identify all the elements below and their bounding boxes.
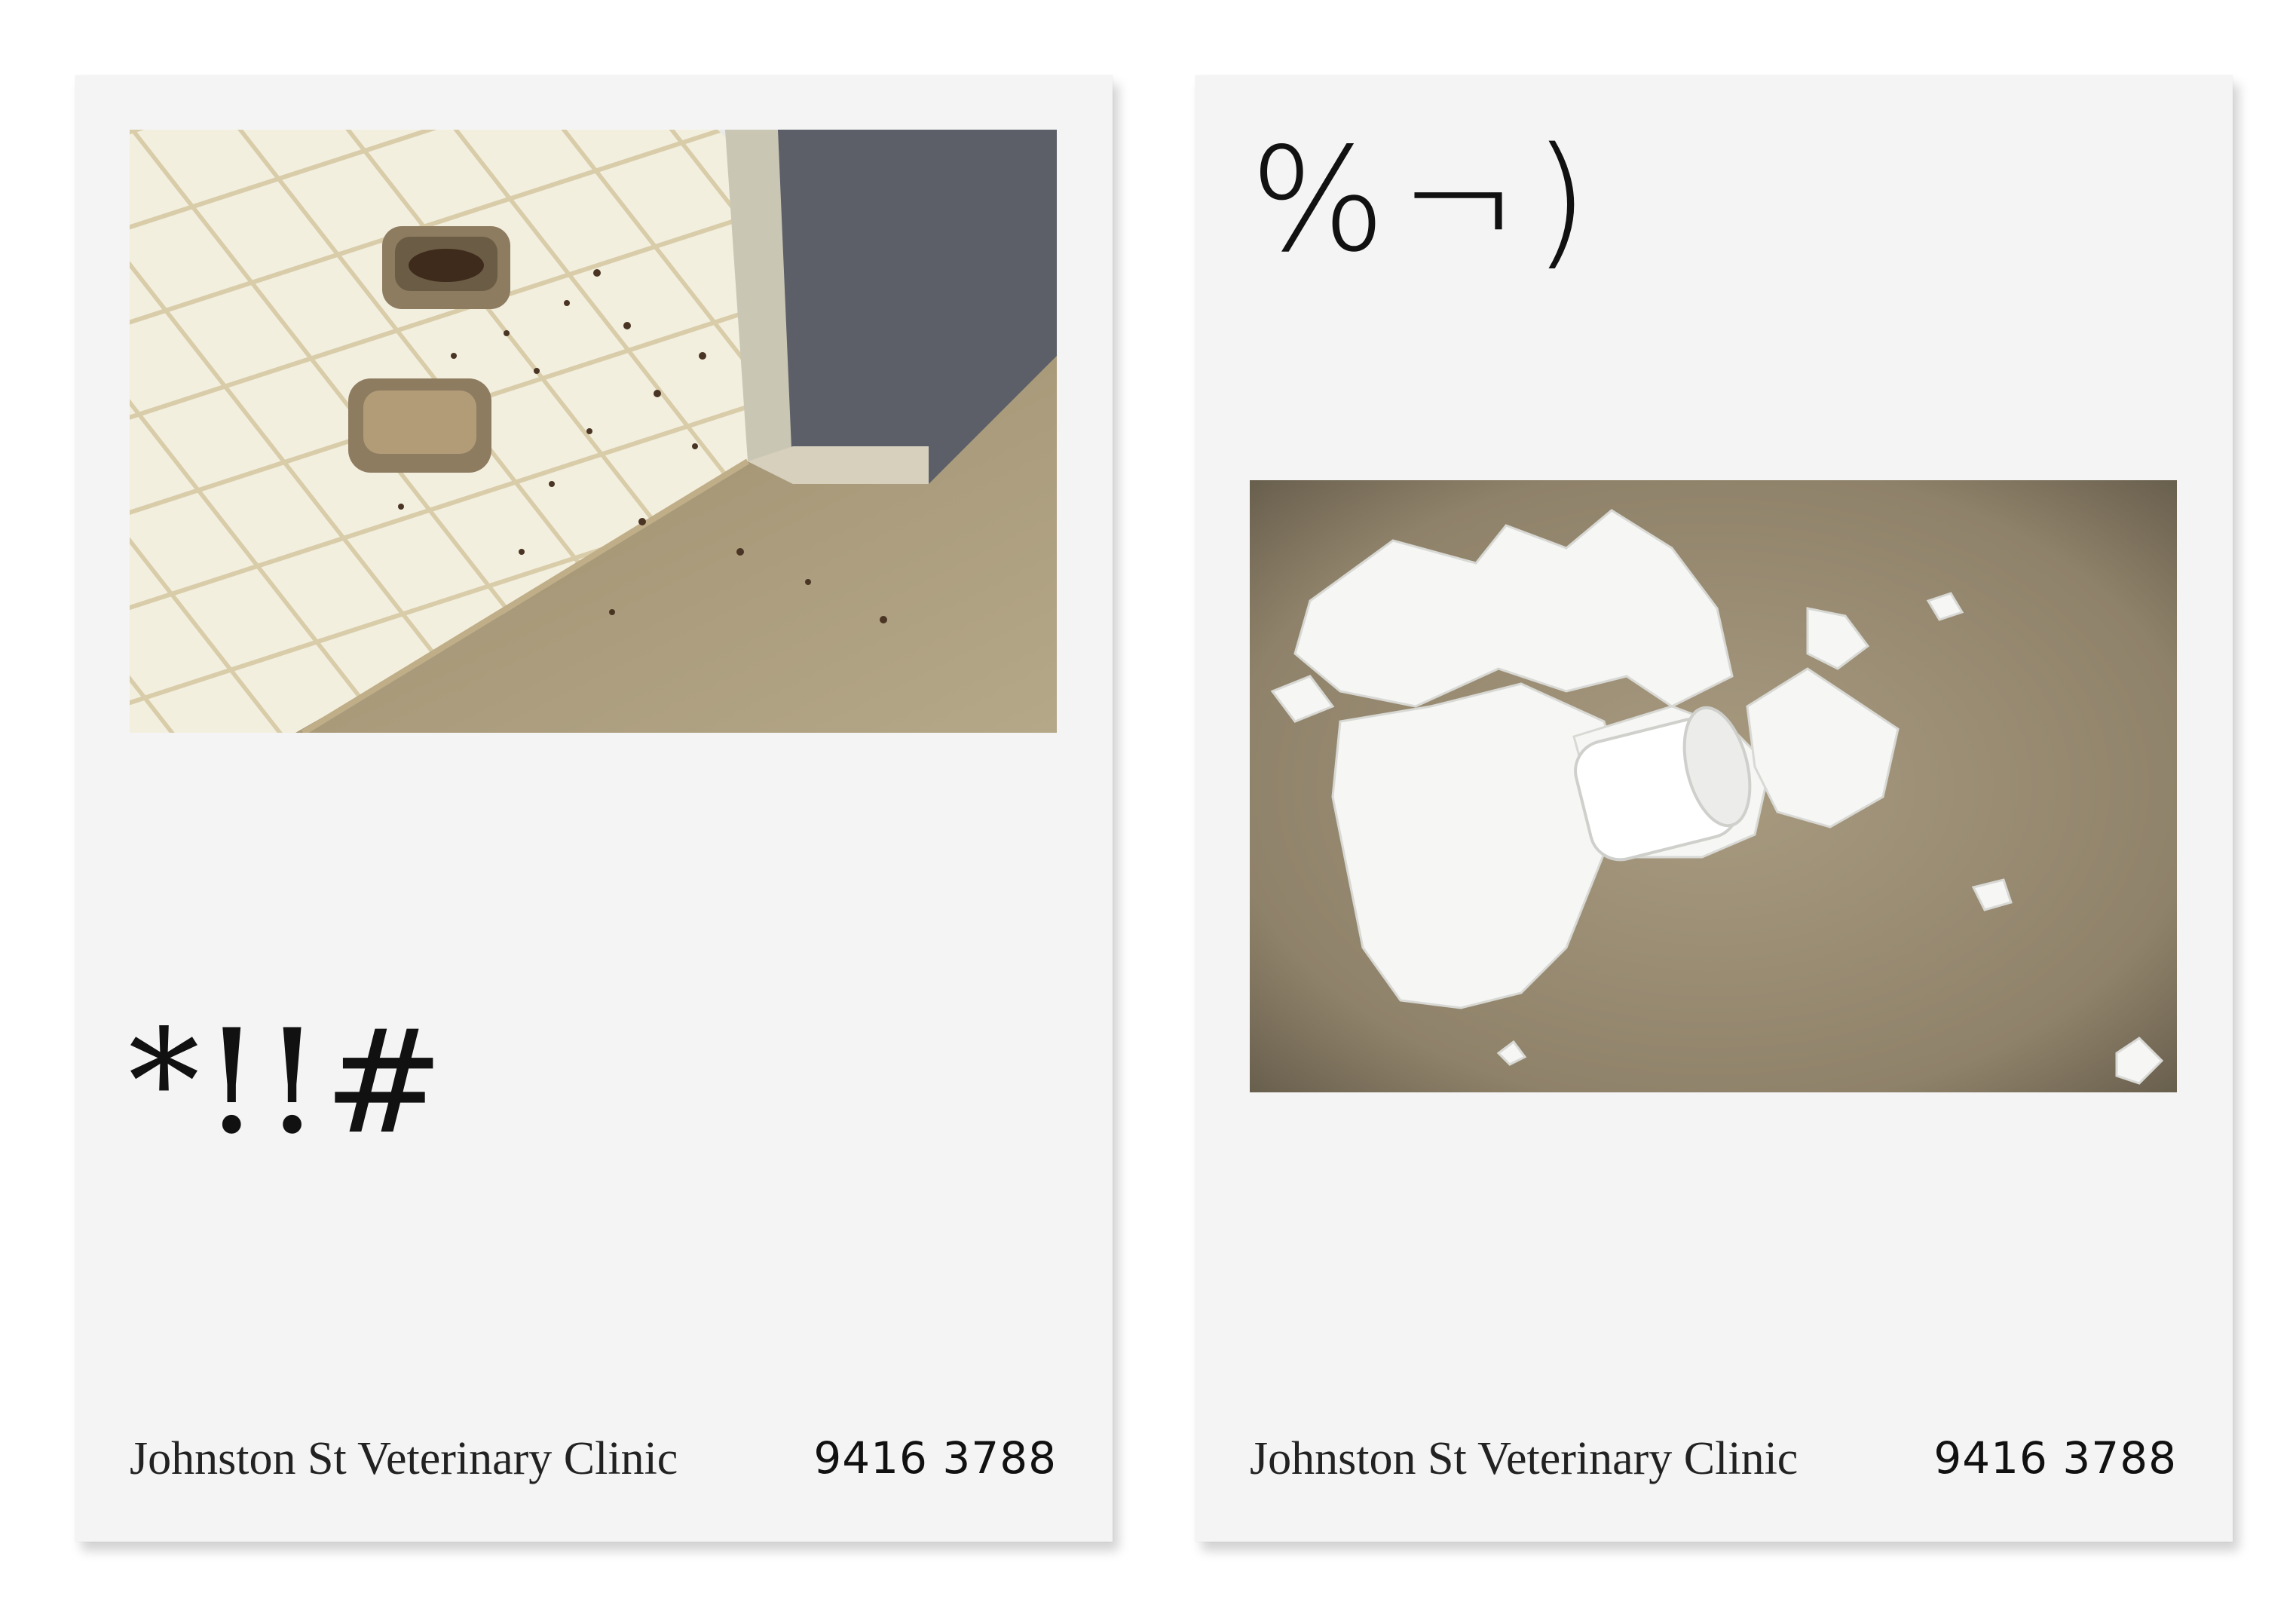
grawlix-symbols: *!!# bbox=[128, 999, 447, 1165]
clinic-name: Johnston St Veterinary Clinic bbox=[1250, 1433, 1799, 1484]
poster-card-left: *!!# Johnston St Veterinary Clinic 9416 … bbox=[75, 75, 1113, 1542]
grawlix-symbols: %¬) bbox=[1250, 117, 1603, 283]
clinic-phone: 9416 3788 bbox=[813, 1432, 1057, 1484]
food-bowls-illustration bbox=[130, 130, 1057, 733]
poster-card-right: %¬) Johnston St Veterinary Clinic 9416 3… bbox=[1195, 75, 2233, 1542]
empty-bowl bbox=[348, 378, 491, 473]
clinic-name: Johnston St Veterinary Clinic bbox=[130, 1433, 678, 1484]
clinic-phone: 9416 3788 bbox=[1933, 1432, 2177, 1484]
photo-shredded-paper bbox=[1250, 480, 2177, 1092]
shredded-paper-illustration bbox=[1250, 480, 2177, 1092]
bowl-with-food bbox=[382, 226, 510, 309]
photo-food-bowls bbox=[130, 130, 1057, 733]
